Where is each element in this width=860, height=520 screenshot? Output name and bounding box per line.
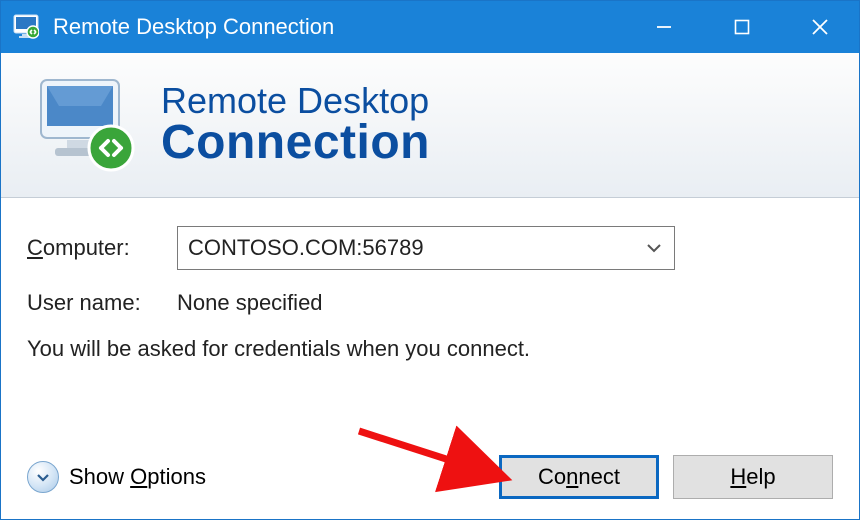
maximize-button[interactable] bbox=[703, 1, 781, 53]
banner-text: Remote Desktop Connection bbox=[161, 83, 430, 167]
computer-label: Computer: bbox=[27, 235, 177, 261]
window-title: Remote Desktop Connection bbox=[53, 14, 625, 40]
username-label: User name: bbox=[27, 290, 177, 316]
show-options-label: Show Options bbox=[69, 464, 206, 490]
show-options-toggle[interactable]: Show Options bbox=[27, 461, 206, 493]
window-controls bbox=[625, 1, 859, 53]
computer-combobox[interactable]: CONTOSO.COM:56789 bbox=[177, 226, 675, 270]
form-area: Computer: CONTOSO.COM:56789 User name: N… bbox=[1, 198, 859, 362]
computer-row: Computer: CONTOSO.COM:56789 bbox=[27, 226, 833, 270]
expand-down-icon bbox=[27, 461, 59, 493]
titlebar: Remote Desktop Connection bbox=[1, 1, 859, 53]
footer: Show Options Connect Help bbox=[1, 455, 859, 519]
help-button[interactable]: Help bbox=[673, 455, 833, 499]
username-row: User name: None specified bbox=[27, 290, 833, 316]
rdp-banner-icon bbox=[33, 70, 143, 180]
close-button[interactable] bbox=[781, 1, 859, 53]
banner-line2: Connection bbox=[161, 119, 430, 167]
credentials-info: You will be asked for credentials when y… bbox=[27, 336, 833, 362]
chevron-down-icon[interactable] bbox=[636, 227, 672, 269]
annotation-arrow-icon bbox=[351, 421, 521, 501]
banner: Remote Desktop Connection bbox=[1, 53, 859, 198]
rdp-titlebar-icon bbox=[11, 12, 41, 42]
remote-desktop-window: Remote Desktop Connection bbox=[0, 0, 860, 520]
banner-line1: Remote Desktop bbox=[161, 83, 430, 119]
computer-input[interactable]: CONTOSO.COM:56789 bbox=[188, 235, 636, 261]
username-value: None specified bbox=[177, 290, 323, 316]
minimize-button[interactable] bbox=[625, 1, 703, 53]
connect-button[interactable]: Connect bbox=[499, 455, 659, 499]
